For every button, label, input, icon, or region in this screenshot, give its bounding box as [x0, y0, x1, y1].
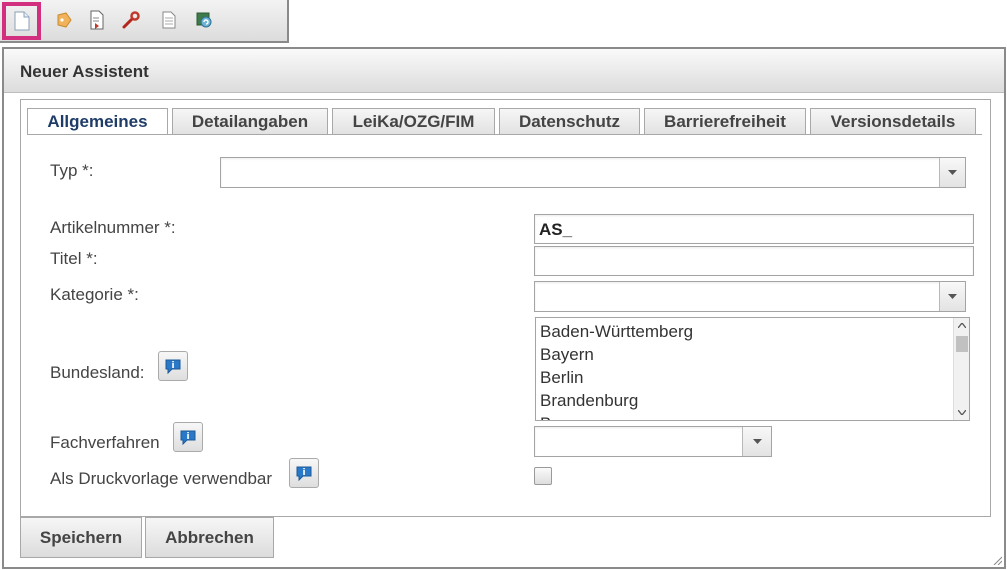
- toolbar: [0, 0, 289, 43]
- save-button[interactable]: Speichern: [20, 517, 142, 558]
- tab-leika-ozg-fim[interactable]: LeiKa/OZG/FIM: [332, 108, 495, 134]
- chevron-down-icon: [948, 294, 957, 299]
- titel-input[interactable]: [534, 246, 974, 276]
- refresh-icon: [196, 12, 212, 28]
- info-bubble-icon: i: [165, 359, 181, 374]
- listbox-scrollbar[interactable]: [953, 318, 969, 420]
- tab-bar: Allgemeines Detailangaben LeiKa/OZG/FIM …: [27, 108, 976, 135]
- tab-divider: [27, 134, 982, 135]
- dialog-header: Neuer Assistent: [4, 49, 1004, 93]
- info-bubble-icon: i: [180, 430, 196, 445]
- tab-datenschutz[interactable]: Datenschutz: [499, 108, 640, 134]
- artikelnummer-input[interactable]: AS_: [534, 214, 974, 244]
- cancel-button[interactable]: Abbrechen: [145, 517, 274, 558]
- tab-detailangaben[interactable]: Detailangaben: [172, 108, 328, 134]
- new-assistant-dialog: Neuer Assistent Allgemeines Detailangabe…: [2, 47, 1006, 569]
- fachverfahren-info-button[interactable]: i: [173, 422, 203, 452]
- bundesland-listbox[interactable]: Baden-Württemberg Bayern Berlin Brandenb…: [535, 317, 970, 421]
- fachverfahren-dropdown-button[interactable]: [742, 427, 771, 456]
- list-item-bundesland[interactable]: Bayern: [540, 343, 693, 366]
- page-icon: [162, 11, 176, 29]
- refresh-button[interactable]: [192, 5, 216, 35]
- tab-versionsdetails[interactable]: Versionsdetails: [810, 108, 976, 134]
- tab-barrierefreiheit[interactable]: Barrierefreiheit: [644, 108, 806, 134]
- chevron-down-icon: [948, 170, 957, 175]
- list-item-bundesland[interactable]: Baden-Württemberg: [540, 320, 693, 343]
- artikelnummer-label: Artikelnummer *:: [50, 218, 176, 237]
- typ-dropdown-button[interactable]: [939, 158, 965, 187]
- list-item-bundesland[interactable]: Bremen: [540, 412, 693, 420]
- typ-label: Typ *:: [50, 161, 94, 180]
- page-button[interactable]: [157, 5, 181, 35]
- kategorie-select[interactable]: [534, 281, 966, 312]
- druckvorlage-checkbox[interactable]: [534, 467, 552, 485]
- svg-text:i: i: [171, 361, 174, 371]
- settings-button[interactable]: [119, 5, 143, 35]
- scroll-thumb[interactable]: [956, 336, 968, 352]
- info-bubble-icon: i: [296, 466, 312, 481]
- list-item-bundesland[interactable]: Brandenburg: [540, 389, 693, 412]
- tag-icon: [57, 12, 72, 28]
- scroll-down-icon[interactable]: [954, 405, 969, 420]
- dialog-title: Neuer Assistent: [20, 62, 149, 81]
- svg-text:i: i: [302, 468, 305, 478]
- bundesland-info-button[interactable]: i: [158, 351, 188, 381]
- kategorie-dropdown-button[interactable]: [939, 282, 965, 311]
- fachverfahren-label: Fachverfahren: [50, 433, 160, 452]
- typ-select[interactable]: [220, 157, 966, 188]
- tab-allgemeines[interactable]: Allgemeines: [27, 108, 168, 135]
- new-document-button[interactable]: [2, 2, 41, 40]
- kategorie-label: Kategorie *:: [50, 285, 139, 304]
- form-panel: Allgemeines Detailangaben LeiKa/OZG/FIM …: [20, 99, 991, 517]
- svg-text:i: i: [186, 432, 189, 442]
- new-document-icon: [14, 11, 29, 31]
- druckvorlage-info-button[interactable]: i: [289, 458, 319, 488]
- import-button[interactable]: [85, 5, 109, 35]
- bundesland-label: Bundesland:: [50, 363, 145, 382]
- druckvorlage-label: Als Druckvorlage verwendbar: [50, 469, 273, 488]
- wrench-icon: [122, 11, 140, 29]
- resize-handle-icon[interactable]: [992, 555, 1002, 565]
- list-item-bundesland[interactable]: Berlin: [540, 366, 693, 389]
- scroll-up-icon[interactable]: [954, 318, 969, 333]
- titel-label: Titel *:: [50, 249, 98, 268]
- chevron-down-icon: [752, 439, 762, 444]
- fachverfahren-select[interactable]: [534, 426, 772, 457]
- tag-button[interactable]: [52, 5, 76, 35]
- import-icon: [90, 10, 104, 30]
